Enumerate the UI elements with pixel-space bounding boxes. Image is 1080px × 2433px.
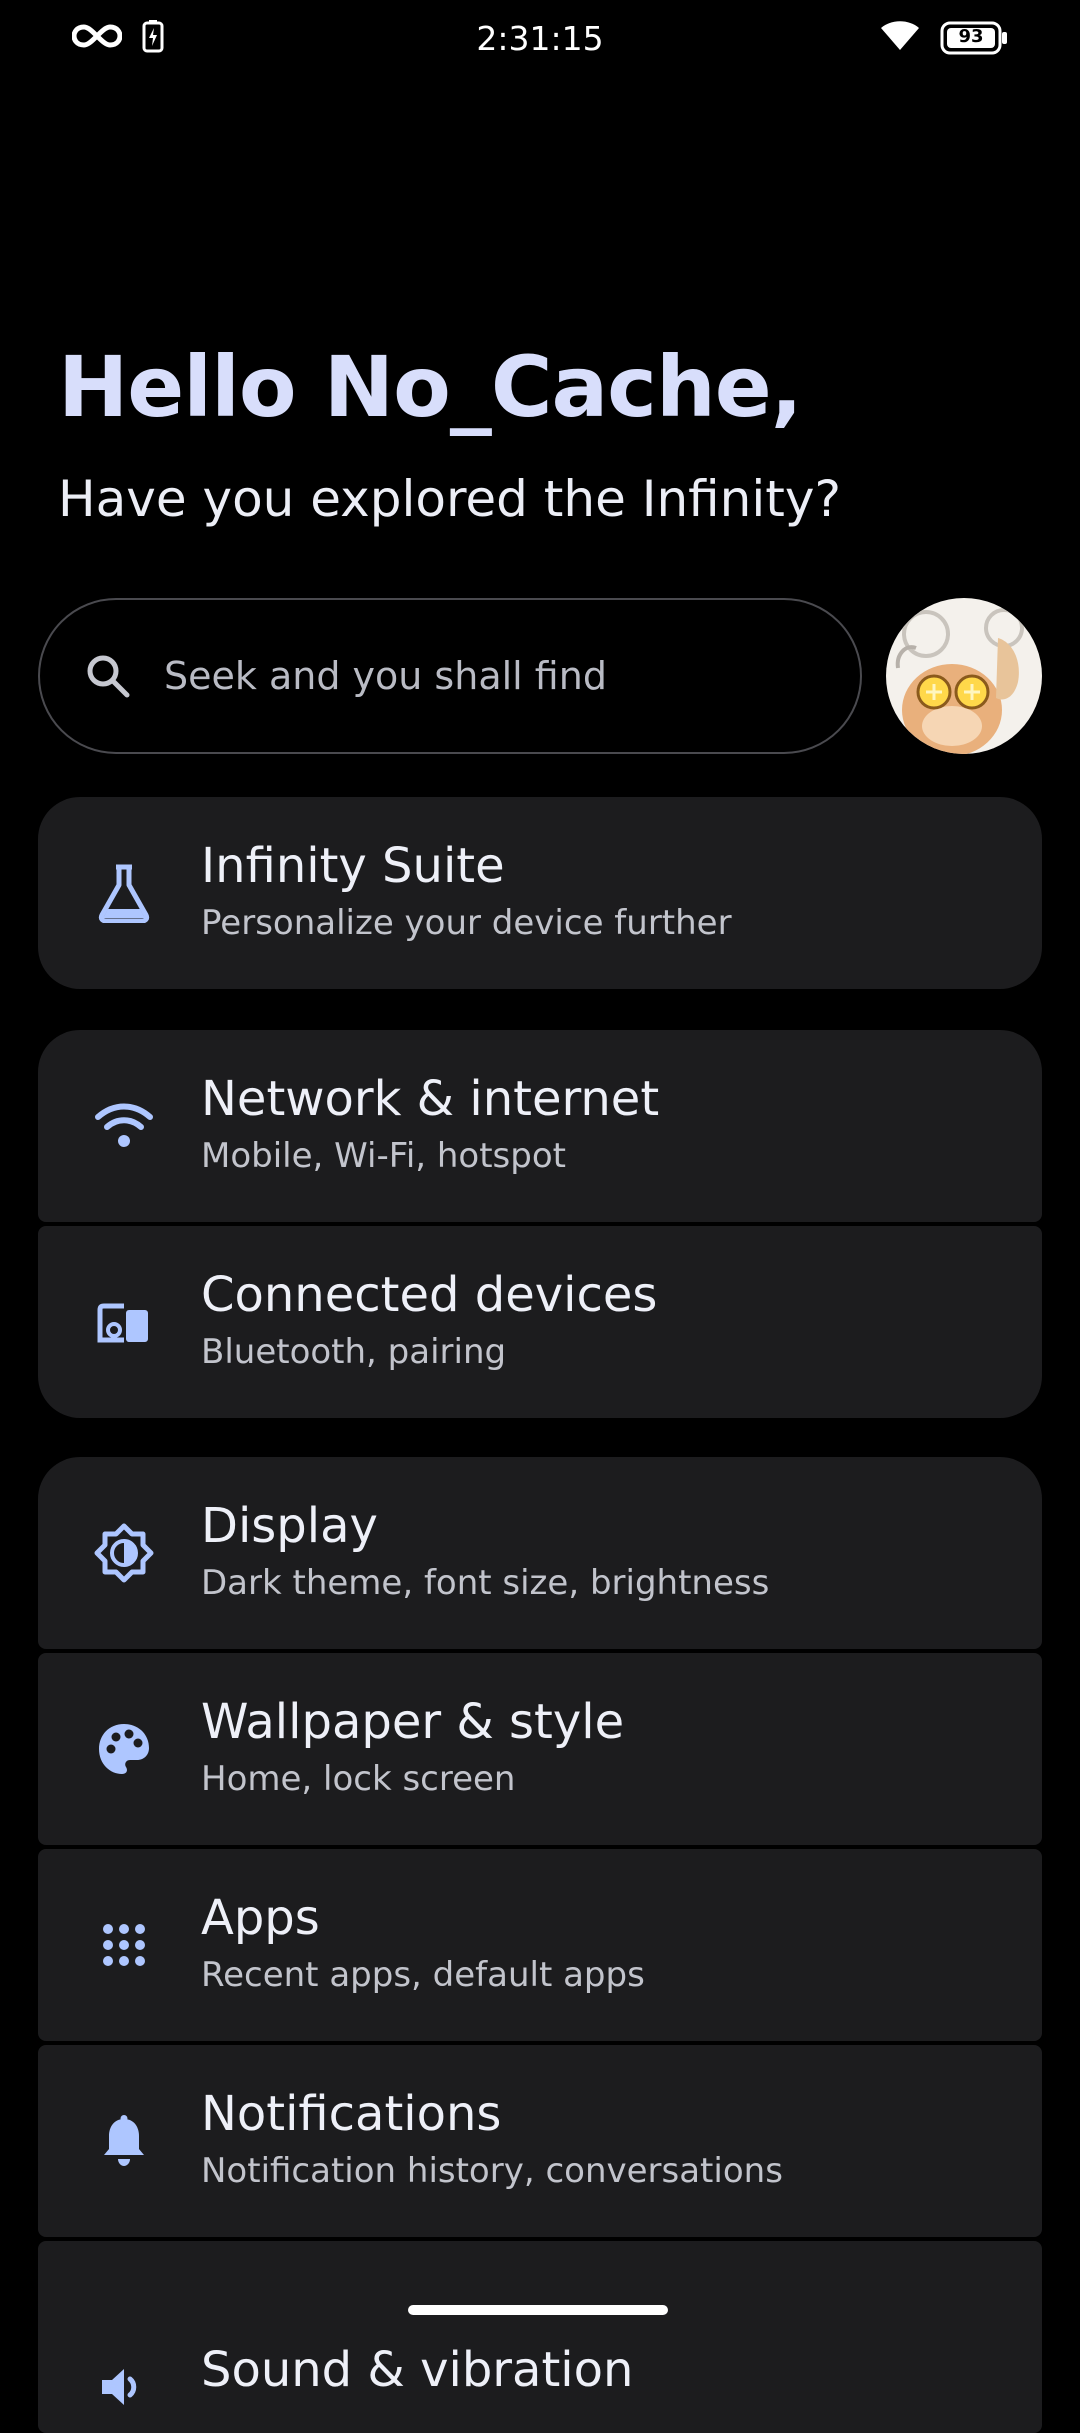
devices-icon: [90, 1288, 158, 1356]
item-subtitle: Dark theme, font size, brightness: [201, 1563, 770, 1603]
search-placeholder: Seek and you shall find: [164, 654, 607, 698]
search-bar[interactable]: Seek and you shall find: [38, 598, 862, 754]
settings-item-apps[interactable]: Apps Recent apps, default apps: [38, 1849, 1042, 2041]
avatar[interactable]: [886, 598, 1042, 754]
item-subtitle: Personalize your device further: [201, 903, 732, 943]
battery-level-text: 93: [958, 26, 984, 47]
settings-group-connectivity: Network & internet Mobile, Wi-Fi, hotspo…: [38, 1030, 1042, 1418]
speaker-icon: [90, 2353, 158, 2421]
settings-item-connected-devices[interactable]: Connected devices Bluetooth, pairing: [38, 1226, 1042, 1418]
item-title: Sound & vibration: [201, 2342, 634, 2398]
item-title: Display: [201, 1498, 378, 1554]
item-title: Network & internet: [201, 1071, 660, 1127]
settings-group-suite: Infinity Suite Personalize your device f…: [38, 797, 1042, 989]
item-title: Notifications: [201, 2086, 502, 2142]
settings-group-device: Display Dark theme, font size, brightnes…: [38, 1457, 1042, 2433]
battery-icon: 93: [940, 21, 1008, 55]
item-subtitle: Home, lock screen: [201, 1759, 516, 1799]
greeting-subtitle: Have you explored the Infinity?: [58, 470, 841, 528]
search-icon: [82, 650, 134, 702]
status-left-icons: [71, 19, 164, 57]
wifi-status-icon: [880, 20, 920, 56]
battery-saver-icon: [142, 19, 164, 57]
apps-grid-icon: [90, 1911, 158, 1979]
bell-icon: [90, 2107, 158, 2175]
status-bar: 2:31:15 93: [0, 0, 1080, 76]
item-title: Infinity Suite: [201, 838, 505, 894]
settings-item-wallpaper[interactable]: Wallpaper & style Home, lock screen: [38, 1653, 1042, 1845]
status-right-icons: 93: [880, 20, 1008, 56]
item-subtitle: Mobile, Wi-Fi, hotspot: [201, 1136, 566, 1176]
settings-item-sound[interactable]: Sound & vibration: [38, 2241, 1042, 2433]
settings-item-network[interactable]: Network & internet Mobile, Wi-Fi, hotspo…: [38, 1030, 1042, 1222]
item-subtitle: Bluetooth, pairing: [201, 1332, 507, 1372]
settings-item-display[interactable]: Display Dark theme, font size, brightnes…: [38, 1457, 1042, 1649]
avatar-image: [886, 598, 1042, 754]
brightness-icon: [90, 1519, 158, 1587]
settings-item-infinity-suite[interactable]: Infinity Suite Personalize your device f…: [38, 797, 1042, 989]
greeting-title: Hello No_Cache,: [58, 338, 803, 436]
item-subtitle: Recent apps, default apps: [201, 1955, 645, 1995]
item-title: Connected devices: [201, 1267, 658, 1323]
palette-icon: [90, 1715, 158, 1783]
item-subtitle: Notification history, conversations: [201, 2151, 783, 2191]
gesture-navigation-bar[interactable]: [408, 2305, 668, 2315]
item-title: Apps: [201, 1890, 320, 1946]
infinity-icon: [71, 22, 123, 54]
item-title: Wallpaper & style: [201, 1694, 625, 1750]
settings-item-notifications[interactable]: Notifications Notification history, conv…: [38, 2045, 1042, 2237]
wifi-icon: [90, 1092, 158, 1160]
flask-icon: [90, 859, 158, 927]
